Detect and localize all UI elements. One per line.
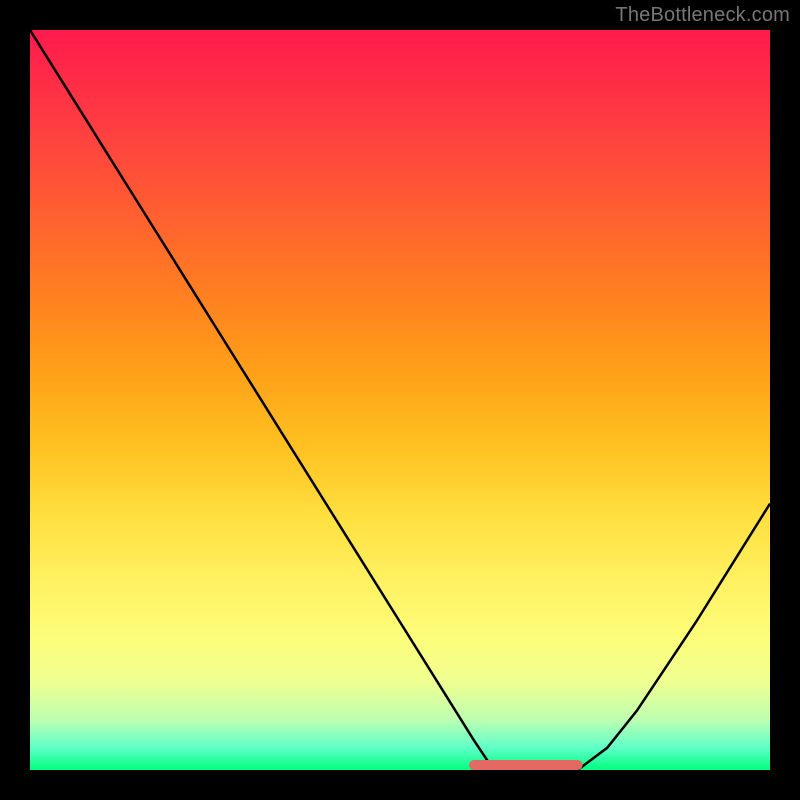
bottleneck-curve: [30, 30, 770, 770]
chart-plot-area: [30, 30, 770, 770]
watermark-text: TheBottleneck.com: [615, 4, 790, 27]
chart-frame: TheBottleneck.com: [0, 0, 800, 800]
chart-curve-svg: [30, 30, 770, 770]
